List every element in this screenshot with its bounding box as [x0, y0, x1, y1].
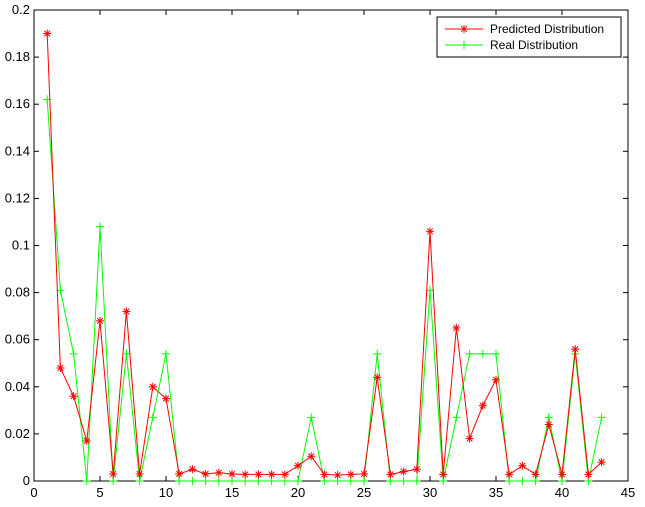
- y-tick-label: 0.14: [5, 143, 30, 158]
- data-point: [518, 461, 527, 470]
- data-point: [439, 470, 448, 479]
- plot-area: [33, 9, 629, 482]
- data-point: [386, 470, 395, 479]
- x-tick-label: 30: [423, 485, 437, 500]
- data-point: [452, 323, 461, 332]
- y-tick-label: 0.1: [12, 238, 30, 253]
- data-point: [56, 363, 65, 372]
- data-point: [492, 375, 500, 384]
- data-point: [465, 434, 474, 443]
- data-point: [333, 471, 342, 480]
- data-point: [399, 467, 408, 476]
- y-tick-label: 0.02: [5, 426, 30, 441]
- y-tick-label: 0.06: [5, 332, 30, 347]
- data-point: [360, 469, 368, 478]
- y-tick-label: 0: [23, 473, 30, 488]
- data-point: [505, 470, 514, 479]
- data-point: [294, 461, 302, 470]
- data-point: [148, 382, 157, 391]
- x-tick-label: 10: [159, 485, 173, 500]
- data-point: [96, 316, 104, 325]
- data-point: [175, 469, 184, 478]
- y-tick-label: 0.08: [5, 285, 30, 300]
- x-tick-label: 35: [489, 485, 503, 500]
- data-point: [320, 470, 329, 479]
- x-tick-label: 0: [30, 485, 37, 500]
- data-point: [228, 469, 236, 478]
- y-tick-label: 0.18: [5, 49, 30, 64]
- legend-marker: [460, 25, 468, 33]
- data-point: [307, 452, 316, 461]
- x-tick-label: 25: [357, 485, 371, 500]
- data-point: [597, 458, 606, 467]
- data-point: [267, 470, 276, 479]
- data-point: [531, 470, 540, 479]
- data-point: [412, 465, 421, 474]
- x-tick-label: 40: [555, 485, 569, 500]
- data-point: [241, 470, 250, 479]
- legend-label: Predicted Distribution: [490, 22, 604, 36]
- y-tick-label: 0.04: [5, 379, 30, 394]
- y-tick-label: 0.2: [12, 2, 30, 17]
- data-point: [571, 345, 580, 354]
- legend: Predicted Distribution Real Distribution: [436, 16, 622, 58]
- x-tick-label: 5: [96, 485, 103, 500]
- data-point: [478, 401, 487, 410]
- x-tick-label: 45: [621, 485, 635, 500]
- data-point: [162, 394, 170, 403]
- data-point: [214, 468, 223, 477]
- y-tick-label: 0.12: [5, 190, 30, 205]
- data-point: [584, 470, 593, 479]
- data-point: [122, 307, 131, 316]
- data-point: [373, 373, 382, 382]
- data-point: [43, 29, 52, 38]
- data-point: [544, 420, 553, 429]
- data-point: [346, 470, 355, 479]
- line-chart: 0 5 10 15 20 25 30 35 40 45 0 0.02 0.04 0.06 0.08 0.1 0…: [5, 2, 636, 500]
- y-tick-label: 0.16: [5, 96, 30, 111]
- x-tick-label: 15: [225, 485, 239, 500]
- legend-label: Real Distribution: [490, 38, 578, 52]
- data-point: [280, 470, 289, 479]
- data-point: [558, 470, 566, 479]
- x-tick-label: 20: [291, 485, 305, 500]
